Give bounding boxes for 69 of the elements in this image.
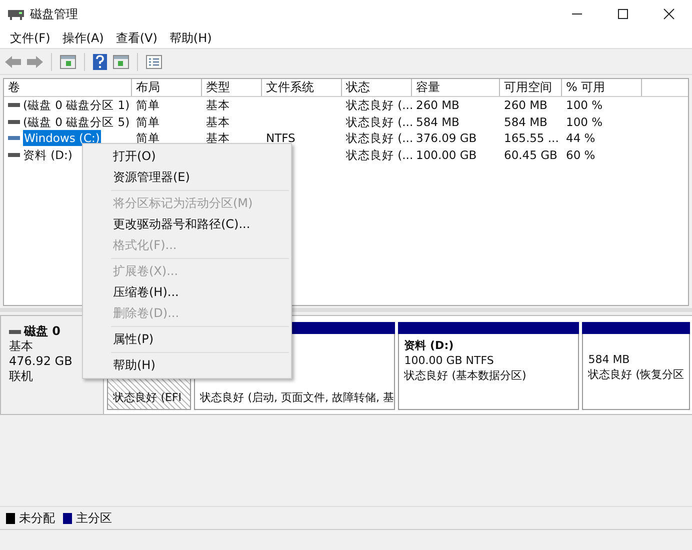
partition-text: 584 MB — [588, 352, 631, 367]
disk-type: 基本 — [9, 339, 34, 354]
volume-name[interactable]: (磁盘 0 磁盘分区 5) — [23, 114, 130, 130]
table-cell: 44 % — [566, 130, 596, 146]
disk-status: 联机 — [9, 369, 34, 384]
partition-block[interactable]: 584 MB 状态良好 (恢复分区 — [582, 334, 690, 410]
partition-block[interactable]: 资料 (D:) 100.00 GB NTFS 状态良好 (基本数据分区) — [398, 334, 580, 410]
drive-icon — [8, 103, 20, 108]
help-icon[interactable] — [93, 54, 107, 70]
table-cell: 状态良好 (... — [346, 97, 414, 114]
table-cell: 584 MB — [504, 114, 548, 130]
table-cell: 584 MB — [416, 114, 460, 130]
table-cell: 165.55 ... — [504, 130, 559, 146]
window-title: 磁盘管理 — [30, 6, 78, 22]
volume-name[interactable]: (磁盘 0 磁盘分区 1) — [23, 97, 130, 114]
menu-item[interactable]: 文件(F) — [4, 30, 56, 46]
partition-text: 状态良好 (基本数据分区) — [404, 368, 528, 383]
maximize-icon[interactable] — [617, 8, 629, 20]
column-header[interactable]: 文件系统 — [262, 79, 342, 96]
legend-label: 未分配 — [19, 510, 55, 526]
drive-icon — [8, 120, 20, 124]
drive-icon — [8, 152, 20, 157]
partition-text: 100.00 GB NTFS — [404, 353, 495, 368]
drive-icon — [9, 330, 21, 334]
legend-label: 主分区 — [76, 510, 112, 526]
table-cell: 60.45 GB — [504, 146, 558, 163]
close-icon[interactable] — [663, 8, 675, 20]
table-cell: 100 % — [566, 114, 603, 130]
table-cell: 260 MB — [504, 97, 548, 114]
panel-icon[interactable] — [60, 54, 76, 68]
disk-name: 磁盘 0 — [24, 324, 61, 339]
table-cell: 60 % — [566, 146, 596, 163]
drive-icon — [8, 136, 20, 140]
menu-item[interactable]: 查看(V) — [110, 30, 164, 46]
partition-name: 资料 (D:) — [404, 338, 455, 353]
column-header[interactable]: 布局 — [132, 79, 202, 96]
partition-text: 状态良好 (EFI — [113, 390, 183, 405]
menu-item[interactable]: 操作(A) — [56, 30, 110, 46]
table-cell: 状态良好 (... — [346, 114, 414, 130]
table-cell: 状态良好 (... — [346, 146, 414, 163]
table-cell: 简单 — [136, 97, 160, 114]
table-cell: 100 % — [566, 97, 603, 114]
table-cell: 简单 — [136, 130, 160, 146]
menu-item[interactable]: 打开(O) — [83, 146, 291, 167]
table-cell: 简单 — [136, 114, 160, 130]
menu-item[interactable]: 压缩卷(H)... — [83, 282, 291, 303]
volume-name[interactable]: Windows (C:) — [23, 130, 101, 146]
table-cell: 376.09 GB — [416, 130, 477, 146]
column-header[interactable]: 可用空间 — [500, 79, 562, 96]
table-cell: NTFS — [266, 130, 296, 146]
column-header[interactable]: % 可用 — [562, 79, 642, 96]
column-header[interactable]: 容量 — [412, 79, 500, 96]
table-cell: 状态良好 (... — [346, 130, 414, 146]
column-header[interactable]: 类型 — [202, 79, 262, 96]
table-cell: 基本 — [206, 114, 230, 130]
table-cell: 基本 — [206, 97, 230, 114]
list-icon[interactable] — [146, 54, 162, 68]
partition-text: 状态良好 (恢复分区 — [588, 367, 684, 382]
menu-item[interactable]: 更改驱动器号和路径(C)... — [83, 214, 291, 235]
table-cell: 基本 — [206, 130, 230, 146]
column-header[interactable]: 卷 — [4, 79, 132, 96]
table-cell: 260 MB — [416, 97, 460, 114]
disk-size: 476.92 GB — [9, 354, 74, 369]
panel-icon[interactable] — [113, 54, 129, 68]
column-header[interactable]: 状态 — [342, 79, 412, 96]
volume-name[interactable]: 资料 (D:) — [23, 146, 72, 163]
table-cell: 100.00 GB — [416, 146, 477, 163]
menu-item[interactable]: 帮助(H) — [163, 30, 218, 46]
menu-item[interactable]: 资源管理器(E) — [83, 167, 291, 188]
